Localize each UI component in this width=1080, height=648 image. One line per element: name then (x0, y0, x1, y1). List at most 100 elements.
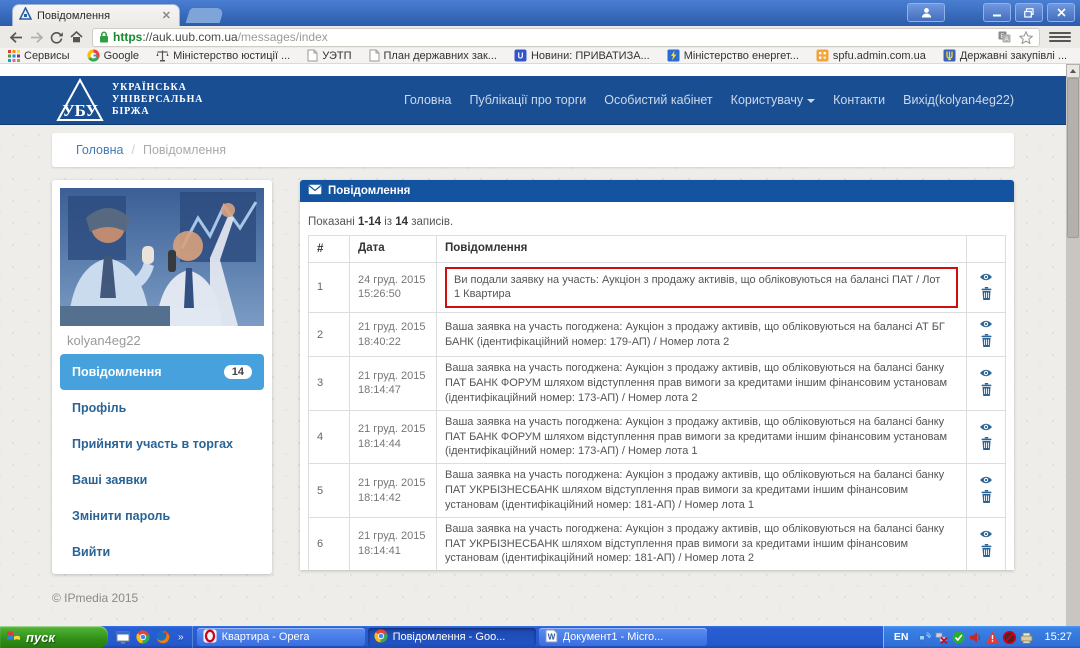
bookmarks-bar: Сервисы Google Міністерство юстиції ... … (0, 48, 1080, 64)
restore-button[interactable] (1015, 3, 1043, 22)
system-tray: EN 15:27 (883, 626, 1080, 648)
sidebar-item[interactable]: Вийти (60, 534, 264, 570)
breadcrumb-home-link[interactable]: Головна (76, 143, 124, 157)
nav-link-публікації про торги[interactable]: Публікації про торги (469, 93, 586, 107)
row-number: 4 (309, 410, 350, 464)
nav-link-користувачу[interactable]: Користувачу (731, 93, 815, 107)
messages-table: #ДатаПовідомлення 1 24 груд. 2015 15:26:… (308, 235, 1006, 570)
message-row: 5 21 груд. 2015 18:14:42 Ваша заявка на … (309, 464, 1006, 518)
row-message: Ваша заявка на участь погоджена: Аукціон… (445, 522, 958, 567)
column-header: Повідомлення (437, 236, 967, 263)
delete-message-icon[interactable] (979, 287, 993, 303)
bookmark-item[interactable]: U Новини: ПРИВАТИЗА... (514, 49, 650, 62)
ssl-lock-icon[interactable] (99, 31, 109, 43)
minimize-button[interactable] (983, 3, 1011, 22)
taskbar-task-button[interactable]: Повідомлення - Goo... (368, 628, 536, 646)
shield-tray-icon[interactable] (952, 631, 965, 644)
page-scrollbar[interactable] (1066, 64, 1080, 626)
uub-logo-icon: УБУ (56, 78, 104, 122)
forward-button[interactable] (26, 28, 46, 46)
block-tray-icon[interactable] (1003, 631, 1016, 644)
sidebar-item[interactable]: Повідомлення 14 (60, 354, 264, 390)
site-favicon-icon (19, 7, 32, 25)
row-message: Ви подали заявку на участь: Аукціон з пр… (445, 267, 958, 309)
bookmark-item[interactable]: Міністерство юстиції ... (156, 49, 290, 62)
clock[interactable]: 15:27 (1044, 631, 1072, 643)
start-button[interactable]: пуск (0, 626, 108, 648)
page-viewport: УБУ УКРАЇНСЬКА УНІВЕРСАЛЬНА БІРЖА Головн… (0, 64, 1080, 626)
language-indicator[interactable]: EN (894, 631, 909, 643)
delete-message-icon[interactable] (979, 383, 993, 399)
warning-tray-icon[interactable] (986, 631, 999, 644)
firefox-quicklaunch-icon[interactable] (156, 630, 170, 644)
bookmark-item[interactable]: Сервисы (8, 50, 70, 62)
speaker-tray-icon[interactable] (969, 631, 982, 644)
delete-message-icon[interactable] (979, 544, 993, 560)
nav-link-вихід[interactable]: Вихід(kolyan4eg22) (903, 93, 1014, 107)
svg-text:A: A (1004, 36, 1009, 43)
view-message-icon[interactable] (979, 529, 993, 542)
sidebar-item[interactable]: Прийняти участь в торгах (60, 426, 264, 462)
reload-button[interactable] (46, 28, 66, 46)
nav-link-контакти[interactable]: Контакти (833, 93, 885, 107)
browser-menu-icon[interactable] (1046, 29, 1074, 45)
profile-button[interactable] (907, 3, 945, 22)
sidebar-item[interactable]: Змінити пароль (60, 498, 264, 534)
net-x-tray-icon[interactable] (935, 631, 948, 644)
url-scheme: https (113, 30, 142, 44)
site-logo[interactable]: УБУ УКРАЇНСЬКА УНІВЕРСАЛЬНА БІРЖА (56, 78, 203, 122)
row-date: 21 груд. 2015 18:14:44 (350, 410, 437, 464)
signal-tray-icon[interactable] (918, 631, 931, 644)
sidebar-username: kolyan4eg22 (60, 326, 264, 354)
row-date: 21 груд. 2015 18:14:42 (350, 464, 437, 518)
chrome-quicklaunch-icon[interactable] (136, 630, 150, 644)
taskbar-task-button[interactable]: W Документ1 - Micro... (539, 628, 707, 646)
column-header: # (309, 236, 350, 263)
column-header: Дата (350, 236, 437, 263)
table-body: 1 24 груд. 2015 15:26:50 Ви подали заявк… (309, 262, 1006, 570)
bookmark-item[interactable]: Міністерство енергет... (667, 49, 799, 62)
scrollbar-thumb[interactable] (1067, 78, 1079, 238)
view-message-icon[interactable] (979, 368, 993, 381)
bookmark-item[interactable]: УЭТП (307, 49, 351, 62)
new-tab-button[interactable] (186, 8, 225, 23)
browser-tab[interactable]: Повідомлення ✕ (12, 4, 180, 26)
view-message-icon[interactable] (979, 422, 993, 435)
address-bar[interactable]: https://auk.uub.com.ua/messages/index БA (92, 28, 1040, 47)
row-message: Ваша заявка на участь погоджена: Аукціон… (445, 361, 958, 406)
bookmark-item[interactable]: Google (87, 49, 139, 62)
message-row: 4 21 груд. 2015 18:14:44 Ваша заявка на … (309, 410, 1006, 464)
view-message-icon[interactable] (979, 319, 993, 332)
sidebar-menu: Повідомлення 14 Профіль Прийняти участь … (60, 354, 264, 570)
delete-message-icon[interactable] (979, 490, 993, 506)
back-button[interactable] (6, 28, 26, 46)
bookmark-favicon-icon (667, 49, 680, 62)
delete-message-icon[interactable] (979, 334, 993, 350)
tab-close-icon[interactable]: ✕ (160, 9, 173, 22)
translate-icon[interactable]: БA (998, 31, 1011, 43)
view-message-icon[interactable] (979, 475, 993, 488)
svg-text:УБУ: УБУ (62, 101, 98, 120)
nav-link-особистий кабінет[interactable]: Особистий кабінет (604, 93, 712, 107)
taskbar-task-button[interactable]: Квартира - Opera (197, 628, 365, 646)
fax-tray-icon[interactable] (1020, 631, 1033, 644)
nav-link-головна[interactable]: Головна (404, 93, 452, 107)
desktop-quicklaunch-icon[interactable] (116, 631, 130, 644)
close-button[interactable] (1047, 3, 1075, 22)
quick-launch-more-icon[interactable]: » (178, 632, 184, 643)
home-button[interactable] (66, 28, 86, 46)
row-date: 21 груд. 2015 18:40:22 (350, 313, 437, 357)
view-message-icon[interactable] (979, 272, 993, 285)
row-number: 1 (309, 262, 350, 313)
panel-title: Повідомлення (328, 185, 410, 197)
scrollbar-up-icon[interactable] (1066, 64, 1080, 78)
sidebar-item[interactable]: Профіль (60, 390, 264, 426)
sidebar-item[interactable]: Ваші заявки (60, 462, 264, 498)
bookmark-item[interactable]: План державних зак... (369, 49, 497, 62)
delete-message-icon[interactable] (979, 437, 993, 453)
browser-toolbar: https://auk.uub.com.ua/messages/index БA (0, 26, 1080, 48)
records-summary: Показані 1-14 із 14 записів. (308, 216, 1006, 228)
bookmark-item[interactable]: Державні закупівлі ... (943, 49, 1067, 62)
bookmark-item[interactable]: spfu.admin.com.ua (816, 49, 926, 62)
bookmark-star-icon[interactable] (1019, 31, 1033, 44)
